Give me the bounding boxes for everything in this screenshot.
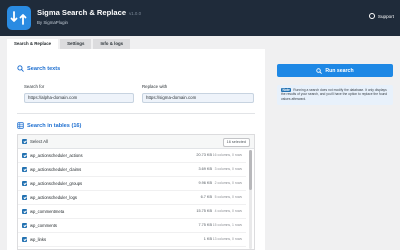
table-info: 4 columns, 0 rows — [214, 209, 242, 213]
search-texts-heading: Search texts — [17, 65, 60, 72]
tab-info-logs[interactable]: Info & logs — [93, 39, 131, 49]
table-size: 15.75 KB — [196, 209, 212, 213]
app-logo-icon — [7, 6, 31, 30]
table-row-checkbox[interactable] — [22, 209, 27, 214]
table-size: 7.75 KB — [198, 223, 212, 227]
table-row[interactable]: wp_links 1 KB 13 columns, 0 rows — [18, 233, 246, 247]
tab-search-replace[interactable]: Search & Replace — [7, 39, 59, 49]
search-icon — [316, 67, 323, 74]
replace-with-label: Replace with — [142, 84, 168, 89]
table-row-checkbox[interactable] — [22, 195, 27, 200]
section-divider — [17, 113, 255, 114]
select-all-checkbox[interactable] — [22, 139, 27, 144]
table-info: 2 columns, 0 rows — [214, 181, 242, 185]
support-label: Support — [377, 13, 394, 19]
table-name: wp_actionscheduler_logs — [30, 195, 78, 200]
table-size: 9.96 KB — [198, 181, 212, 185]
table-row-checkbox[interactable] — [22, 181, 27, 186]
tables-list-header: Select All 16 selected — [18, 135, 254, 149]
table-row[interactable]: wp_comments 7.75 KB 15 columns, 1 rows — [18, 219, 246, 233]
table-row-checkbox[interactable] — [22, 167, 27, 172]
app-header: Sigma Search & Replace v1.0.0 By SigmaPlu… — [0, 0, 400, 36]
table-row-checkbox[interactable] — [22, 223, 27, 228]
table-row[interactable]: wp_actionscheduler_claims 3.69 KB 3 colu… — [18, 163, 246, 177]
replace-with-input[interactable]: https://sigma-domain.com — [142, 93, 254, 103]
table-row[interactable]: wp_actionscheduler_logs 6.7 KB 5 columns… — [18, 191, 246, 205]
support-link[interactable]: Support — [368, 13, 394, 19]
note-text: Running a search does not modify the dat… — [281, 88, 388, 101]
table-row-checkbox[interactable] — [22, 153, 27, 158]
table-name: wp_actionscheduler_actions — [30, 153, 83, 158]
table-name: wp_links — [30, 237, 47, 242]
table-size: 3.69 KB — [198, 167, 212, 171]
tables-scrollbar[interactable] — [249, 150, 252, 249]
table-name: wp_actionscheduler_claims — [30, 167, 82, 172]
table-row[interactable]: wp_commentmeta 15.75 KB 4 columns, 0 row… — [18, 205, 246, 219]
app-version: v1.0.0 — [129, 11, 142, 16]
table-info: 13 columns, 0 rows — [212, 237, 242, 241]
table-size: 20.73 KB — [196, 153, 212, 157]
table-icon — [17, 122, 24, 129]
search-for-label: Search for — [24, 84, 45, 89]
select-all-label: Select All — [30, 139, 49, 144]
table-info: 5 columns, 0 rows — [214, 195, 242, 199]
scrollbar-thumb[interactable] — [249, 150, 252, 190]
table-size: 1 KB — [203, 237, 212, 241]
table-row-checkbox[interactable] — [22, 237, 27, 242]
run-search-button[interactable]: Run search — [277, 64, 393, 77]
search-icon — [17, 65, 24, 72]
help-icon — [368, 13, 375, 19]
table-size: 6.7 KB — [200, 195, 212, 199]
search-tables-heading: Search in tables (16) — [17, 122, 81, 129]
tables-list: Select All 16 selected wp_actionschedule… — [17, 134, 255, 250]
tab-bar: Search & Replace Settings Info & logs — [7, 39, 132, 49]
table-info: 3 columns, 0 rows — [214, 167, 242, 171]
table-name: wp_comments — [30, 223, 57, 228]
table-info: 16 columns, 0 rows — [212, 153, 242, 157]
run-search-label: Run search — [325, 67, 354, 74]
table-info: 15 columns, 1 rows — [212, 223, 242, 227]
app-title: Sigma Search & Replace v1.0.0 — [37, 8, 142, 17]
app-byline: By SigmaPlugin — [37, 20, 68, 25]
table-name: wp_commentmeta — [30, 209, 65, 214]
info-note: Note Running a search does not modify th… — [277, 85, 393, 105]
table-row[interactable]: wp_actionscheduler_groups 9.96 KB 2 colu… — [18, 177, 246, 191]
table-name: wp_actionscheduler_groups — [30, 181, 83, 186]
table-row[interactable]: wp_actionscheduler_actions 20.73 KB 16 c… — [18, 149, 246, 163]
search-for-input[interactable]: https://alpha-domain.com — [24, 93, 134, 103]
selected-count-badge: 16 selected — [222, 138, 250, 147]
tab-settings[interactable]: Settings — [60, 39, 92, 49]
